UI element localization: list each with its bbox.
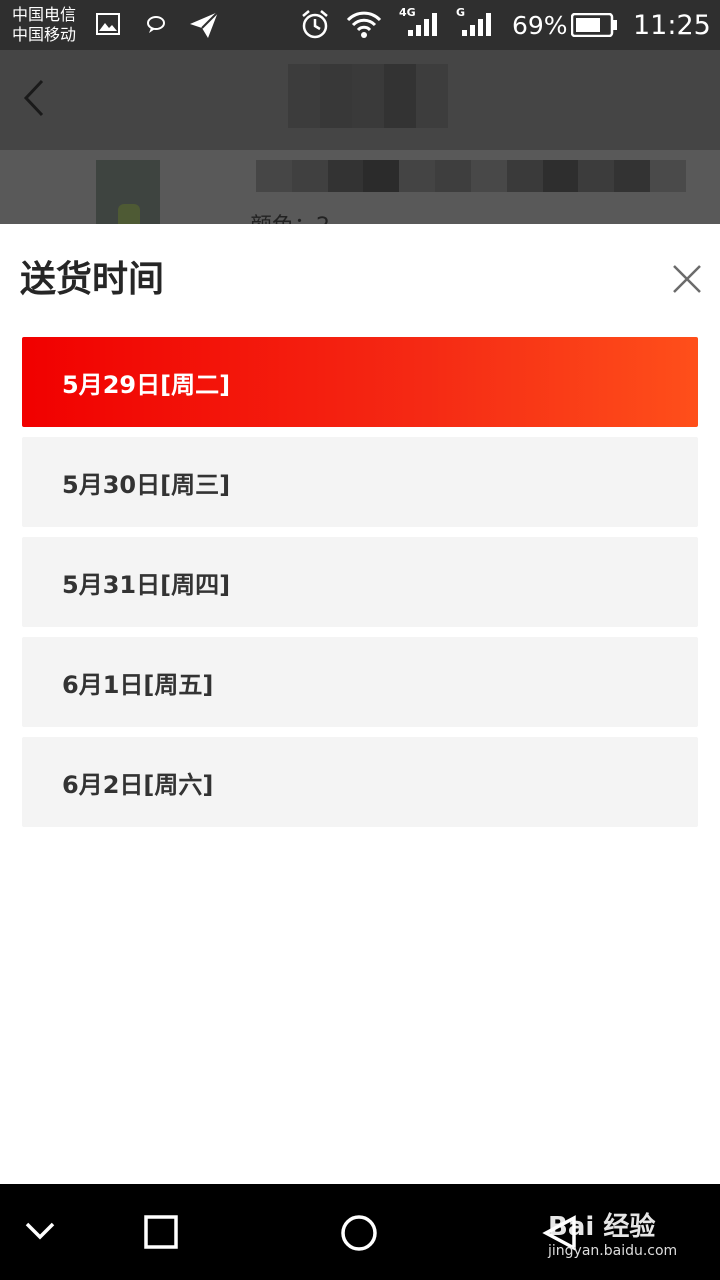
bottle-shape	[118, 204, 140, 224]
delivery-time-sheet: 送货时间 5月29日[周二] 5月30日[周三] 5月31日[周四] 6月1日[…	[0, 224, 720, 1184]
home-icon[interactable]	[340, 1214, 378, 1252]
hide-keyboard-icon[interactable]	[24, 1220, 56, 1242]
date-option[interactable]: 6月1日[周五]	[22, 637, 698, 727]
status-bar: 中国电信 中国移动 4G G 69% 11:25	[0, 0, 720, 50]
send-icon	[190, 11, 219, 38]
background-quantity: 颜色：2	[250, 208, 330, 224]
date-option[interactable]: 5月30日[周三]	[22, 437, 698, 527]
date-option-label: 5月31日[周四]	[62, 570, 231, 599]
battery-percent: 69%	[512, 11, 568, 40]
background-product: 颜色：2	[0, 150, 720, 224]
watermark: Bai 经验 jingyan.baidu.com	[548, 1212, 677, 1260]
date-option[interactable]: 5月31日[周四]	[22, 537, 698, 627]
signal-icon-1	[408, 13, 437, 36]
date-option-label: 5月30日[周三]	[62, 470, 231, 499]
recents-icon[interactable]	[143, 1214, 179, 1250]
carrier-1: 中国电信	[12, 5, 77, 24]
alarm-icon	[302, 10, 328, 39]
background-header	[0, 50, 720, 150]
watermark-url: jingyan.baidu.com	[548, 1243, 678, 1259]
gallery-icon	[96, 13, 120, 35]
sheet-title: 送货时间	[20, 259, 165, 300]
signal-icon-2	[462, 13, 491, 36]
back-arrow-icon[interactable]	[22, 78, 46, 118]
date-option-label: 6月1日[周五]	[62, 670, 214, 699]
blurred-product-name	[256, 160, 686, 192]
watermark-brand: Bai 经验	[548, 1212, 656, 1242]
carrier-names: 中国电信 中国移动	[12, 5, 76, 45]
close-icon[interactable]	[668, 260, 706, 298]
message-icon	[147, 16, 165, 33]
battery-icon	[571, 13, 617, 37]
carrier-2: 中国移动	[12, 25, 77, 44]
date-option-selected[interactable]: 5月29日[周二]	[22, 337, 698, 427]
blurred-title	[288, 64, 448, 128]
date-option-label: 6月2日[周六]	[62, 770, 214, 799]
clock: 11:25	[633, 10, 711, 41]
date-option[interactable]: 6月2日[周六]	[22, 737, 698, 827]
date-list: 5月29日[周二] 5月30日[周三] 5月31日[周四] 6月1日[周五] 6…	[22, 337, 698, 837]
navigation-bar: Bai 经验 jingyan.baidu.com	[0, 1184, 720, 1280]
background-page: 颜色：2	[0, 50, 720, 224]
date-option-label: 5月29日[周二]	[62, 370, 231, 399]
wifi-icon	[346, 11, 382, 38]
